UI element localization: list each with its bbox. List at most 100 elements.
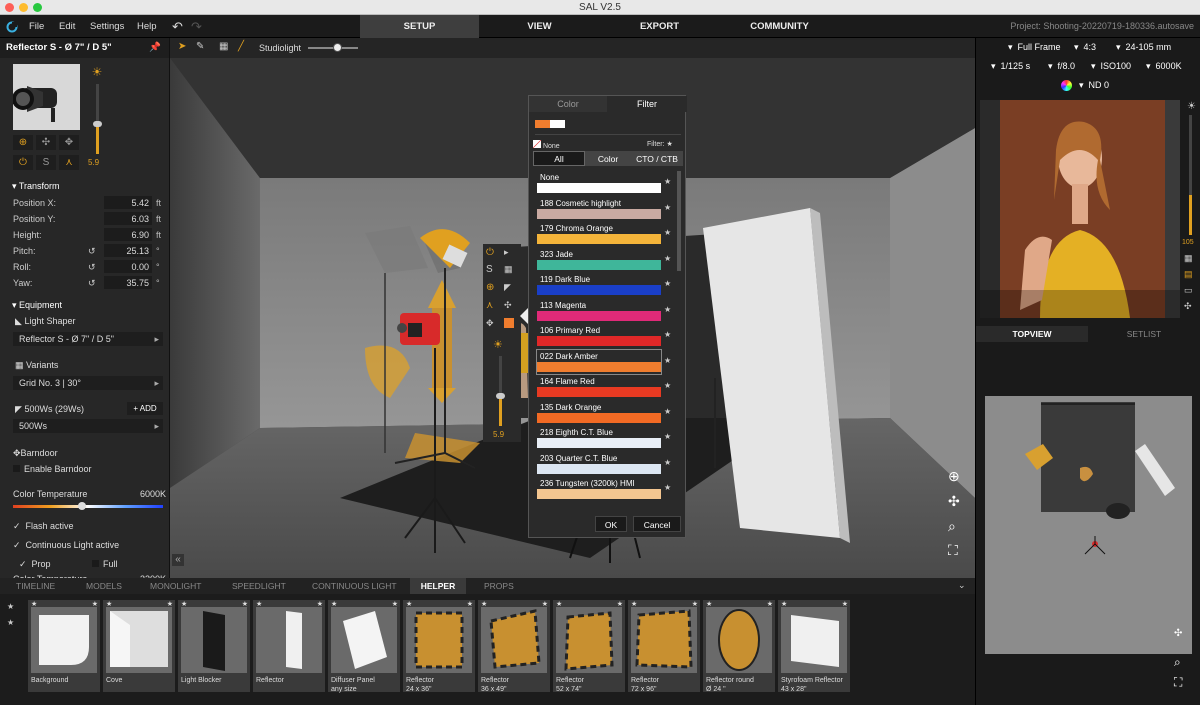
menu-help[interactable]: Help	[137, 15, 157, 38]
filter-item[interactable]: 236 Tungsten (3200k) HMI ★	[537, 477, 671, 501]
orbit-icon[interactable]: ⊕	[948, 468, 960, 485]
light-shaper-dropdown[interactable]: Reflector S - Ø 7" / D 5" ▸	[13, 332, 163, 346]
sensor-format[interactable]: ▾ Full Frame	[1008, 39, 1061, 55]
tab-setlist[interactable]: SETLIST	[1088, 326, 1200, 342]
transform-section[interactable]: ▾ Transform	[0, 179, 170, 194]
star-icon[interactable]: ★	[664, 407, 671, 416]
quick-power-slider[interactable]	[496, 356, 505, 426]
asset-item[interactable]: ★ ★ Reflector 52 x 74"	[553, 600, 625, 693]
menu-file[interactable]: File	[29, 15, 44, 38]
tab-continuous-light[interactable]: CONTINUOUS LIGHT	[312, 578, 397, 594]
tab-monolight[interactable]: MONOLIGHT	[150, 578, 201, 594]
power-slider-track[interactable]	[93, 84, 102, 154]
flash-active-checkbox[interactable]: ✓ Flash active	[13, 521, 74, 532]
lens-select[interactable]: ▾ 24-105 mm	[1116, 39, 1171, 55]
undo-icon[interactable]: ↶	[172, 15, 183, 38]
minimize-window-icon[interactable]	[19, 3, 28, 12]
add-power-button[interactable]: + ADD	[127, 402, 163, 415]
solo-button[interactable]: S	[36, 155, 56, 170]
rotate-view-icon[interactable]: ✣	[1174, 628, 1182, 639]
tab-filter[interactable]: Filter	[607, 96, 687, 112]
filter-item[interactable]: 119 Dark Blue ★	[537, 273, 671, 297]
focal-length-slider[interactable]	[1189, 115, 1192, 235]
asset-item[interactable]: ★ ★ Reflector 24 x 36"	[403, 600, 475, 693]
power-toggle-icon[interactable]: ⏻	[13, 155, 33, 170]
star-icon[interactable]: ★	[664, 432, 671, 441]
star-icon[interactable]: ★	[666, 141, 672, 148]
ok-button[interactable]: OK	[595, 516, 627, 532]
filter-item[interactable]: 164 Flame Red ★	[537, 375, 671, 399]
zoom-window-icon[interactable]	[33, 3, 42, 12]
aperture[interactable]: ▾ f/8.0	[1048, 58, 1075, 74]
tab-view[interactable]: VIEW	[480, 15, 599, 38]
tab-props[interactable]: PROPS	[484, 578, 514, 594]
asset-item[interactable]: ★ ★ Background	[28, 600, 100, 692]
flash-head-icon[interactable]: ◤	[504, 282, 511, 293]
continuous-active-checkbox[interactable]: ✓ Continuous Light active	[13, 540, 119, 551]
star-icon[interactable]: ★	[664, 177, 671, 186]
filter-item[interactable]: 323 Jade ★	[537, 248, 671, 272]
asset-item[interactable]: ★ ★ Reflector	[253, 600, 325, 692]
category-cto-ctb[interactable]: CTO / CTB	[631, 151, 683, 166]
select-arrow-icon[interactable]: ➤	[178, 41, 186, 52]
category-all[interactable]: All	[533, 151, 585, 166]
power-slider-handle[interactable]	[93, 121, 102, 127]
tab-setup[interactable]: SETUP	[360, 15, 479, 38]
star-icon[interactable]: ★	[664, 381, 671, 390]
star-icon[interactable]: ★	[664, 203, 671, 212]
pitch-reset-icon[interactable]: ↺	[88, 244, 96, 258]
menu-settings[interactable]: Settings	[90, 15, 124, 38]
filter-color-swatch[interactable]	[504, 318, 514, 328]
collapse-left-icon[interactable]: «	[172, 554, 184, 566]
cursor-icon[interactable]: ▸	[504, 247, 509, 258]
move-axis-button[interactable]: ✣	[36, 135, 56, 150]
prop-checkbox[interactable]: ✓ Prop	[19, 559, 51, 570]
grid-overlay-icon[interactable]: ▦	[1184, 253, 1193, 264]
pin-icon[interactable]: 📌	[149, 38, 161, 58]
filter-item[interactable]: 179 Chroma Orange ★	[537, 222, 671, 246]
yaw-input[interactable]: 35.75	[104, 276, 152, 289]
filter-item[interactable]: 022 Dark Amber ★	[536, 348, 671, 375]
variants-dropdown[interactable]: Grid No. 3 | 30° ▸	[13, 376, 163, 390]
star-icon[interactable]: ★	[664, 305, 671, 314]
move-icon[interactable]: ✣	[504, 300, 512, 311]
tab-helper[interactable]: HELPER	[410, 578, 466, 594]
star-icon[interactable]: ★	[664, 254, 671, 263]
filter-item[interactable]: 113 Magenta ★	[537, 299, 671, 323]
topview-map[interactable]	[985, 396, 1192, 654]
filter-item[interactable]: 188 Cosmetic highlight ★	[537, 197, 671, 221]
filter-item[interactable]: 135 Dark Orange ★	[537, 401, 671, 425]
filter-list-scrollbar[interactable]	[677, 171, 681, 271]
star-icon[interactable]: ★	[664, 483, 671, 492]
tab-models[interactable]: MODELS	[86, 578, 122, 594]
tab-export[interactable]: EXPORT	[600, 15, 719, 38]
measure-icon[interactable]: ✎	[196, 41, 204, 52]
rotate-button[interactable]: ✥	[59, 135, 79, 150]
asset-item[interactable]: ★ ★ Styrofoam Reflector 43 x 28"	[778, 600, 850, 693]
camera-preview[interactable]	[980, 100, 1180, 318]
filter-item[interactable]: 106 Primary Red ★	[537, 324, 671, 348]
color-temp-slider[interactable]	[13, 502, 163, 510]
power-dropdown[interactable]: 500Ws ▸	[13, 419, 163, 433]
tab-timeline[interactable]: TIMELINE	[16, 578, 55, 594]
filter-item[interactable]: 203 Quarter C.T. Blue ★	[537, 452, 671, 476]
zoom-icon[interactable]: ⌕	[1174, 655, 1181, 670]
favorites-star-icon[interactable]: ★	[7, 602, 14, 611]
power-toggle-icon[interactable]: ⏻	[486, 247, 494, 258]
histogram-icon[interactable]: ▤	[1184, 269, 1193, 280]
asset-item[interactable]: ★ ★ Diffuser Panel any size	[328, 600, 400, 693]
white-balance[interactable]: ▾ 6000K	[1146, 58, 1182, 74]
equipment-section[interactable]: ▾ Equipment	[0, 298, 170, 313]
star-icon[interactable]: ★	[664, 228, 671, 237]
tripod-icon[interactable]: ⋏	[59, 155, 79, 170]
rotate-icon[interactable]: ✥	[486, 318, 494, 329]
color-wheel-icon[interactable]	[1061, 77, 1072, 93]
iso[interactable]: ▾ ISO100	[1091, 58, 1131, 74]
frame-icon[interactable]: ▭	[1184, 285, 1193, 296]
roll-input[interactable]: 0.00	[104, 260, 152, 273]
roll-reset-icon[interactable]: ↺	[88, 260, 96, 274]
position-x-input[interactable]: 5.42	[104, 196, 152, 209]
grid-toggle-icon[interactable]: ▦	[219, 41, 228, 52]
tab-speedlight[interactable]: SPEEDLIGHT	[232, 578, 286, 594]
fit-view-icon[interactable]: ⛶	[1174, 675, 1182, 690]
